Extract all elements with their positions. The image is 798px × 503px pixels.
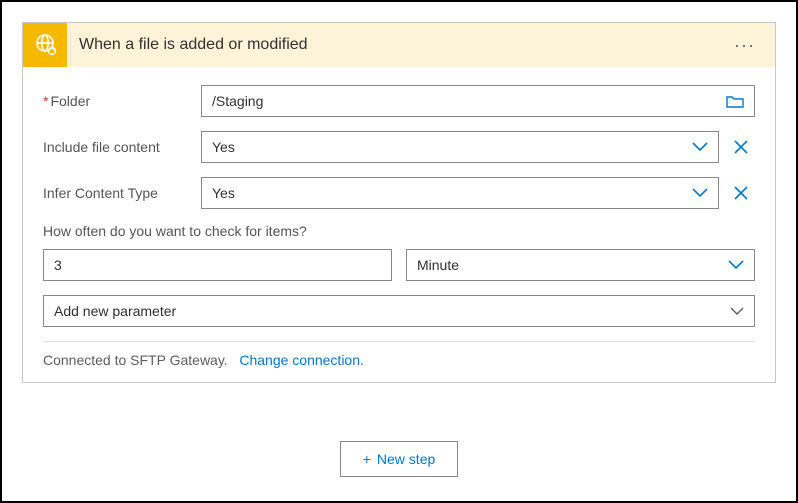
connection-footer: Connected to SFTP Gateway. Change connec… — [43, 352, 755, 368]
divider — [43, 341, 755, 342]
new-step-button[interactable]: + New step — [340, 441, 459, 477]
folder-picker-icon[interactable] — [726, 94, 744, 108]
folder-value: /Staging — [212, 93, 726, 109]
frequency-unit-select[interactable]: Minute — [406, 249, 755, 281]
chevron-down-icon — [692, 188, 708, 198]
include-file-content-label: Include file content — [43, 139, 201, 155]
trigger-card: When a file is added or modified ··· *Fo… — [22, 22, 776, 383]
folder-field-row: *Folder /Staging — [43, 85, 755, 117]
card-header[interactable]: When a file is added or modified ··· — [23, 23, 775, 67]
frequency-row: 3 Minute — [43, 249, 755, 281]
include-file-content-row: Include file content Yes — [43, 131, 755, 163]
add-new-parameter-label: Add new parameter — [54, 303, 730, 319]
new-step-label: New step — [377, 451, 435, 467]
frequency-interval-input[interactable]: 3 — [43, 249, 392, 281]
frequency-question: How often do you want to check for items… — [43, 223, 755, 239]
remove-include-file-content-button[interactable] — [727, 133, 755, 161]
frequency-interval-value: 3 — [54, 257, 381, 273]
add-new-parameter-select[interactable]: Add new parameter — [43, 295, 755, 327]
card-menu-button[interactable]: ··· — [728, 32, 761, 58]
include-file-content-select[interactable]: Yes — [201, 131, 719, 163]
frequency-unit-value: Minute — [417, 257, 728, 273]
chevron-down-icon — [692, 142, 708, 152]
folder-input[interactable]: /Staging — [201, 85, 755, 117]
chevron-down-icon — [728, 260, 744, 270]
new-step-wrap: + New step — [22, 441, 776, 477]
remove-infer-content-type-button[interactable] — [727, 179, 755, 207]
include-file-content-value: Yes — [212, 139, 692, 155]
connection-status: Connected to SFTP Gateway. — [43, 352, 228, 368]
chevron-down-icon — [730, 307, 744, 316]
card-title: When a file is added or modified — [79, 36, 728, 54]
required-asterisk: * — [43, 93, 48, 109]
infer-content-type-row: Infer Content Type Yes — [43, 177, 755, 209]
sftp-connector-icon — [23, 23, 67, 67]
infer-content-type-select[interactable]: Yes — [201, 177, 719, 209]
folder-label: *Folder — [43, 93, 201, 109]
infer-content-type-label: Infer Content Type — [43, 185, 201, 201]
infer-content-type-value: Yes — [212, 185, 692, 201]
plus-icon: + — [363, 451, 371, 467]
change-connection-link[interactable]: Change connection. — [239, 352, 364, 368]
card-body: *Folder /Staging Include file content Ye… — [23, 67, 775, 382]
